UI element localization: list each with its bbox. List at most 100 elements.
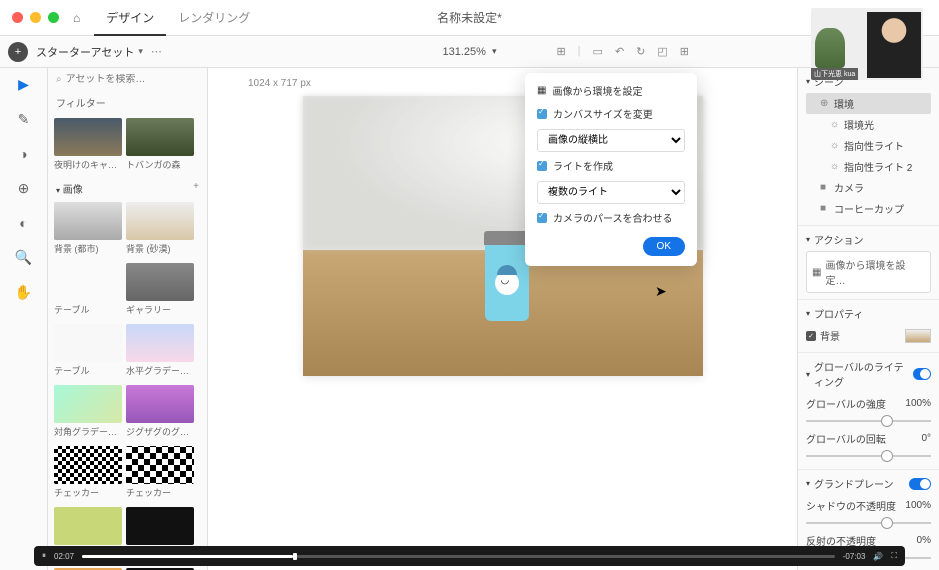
set-env-from-image-button[interactable]: ▦画像から環境を設定…: [806, 251, 931, 293]
search-icon: ⌕: [56, 74, 62, 85]
scene-item-environment[interactable]: ⊕環境: [806, 93, 931, 114]
asset-thumb[interactable]: テーブル: [54, 263, 122, 316]
close-window[interactable]: [12, 12, 23, 23]
refl-opacity-value: 0%: [917, 535, 931, 546]
tool-icon[interactable]: ▭: [593, 45, 603, 58]
popup-title: 画像から環境を設定: [552, 83, 642, 98]
rotation-value: 0°: [921, 433, 931, 444]
zoom-tool[interactable]: 🔍: [15, 249, 32, 266]
tool-icon[interactable]: ✎: [18, 111, 30, 128]
tab-design[interactable]: デザイン: [94, 9, 166, 36]
asset-thumb[interactable]: トバンガの森: [126, 118, 194, 171]
scene-item-dir-light-2[interactable]: ☼指向性ライト 2: [806, 156, 931, 177]
asset-thumb[interactable]: 夜明けのキャニ…: [54, 118, 122, 171]
titlebar: ⌂ デザイン レンダリング 名称未設定*: [0, 0, 939, 36]
select-tool[interactable]: ▶: [18, 76, 29, 93]
window-controls: [12, 12, 59, 23]
zoom-control[interactable]: 131.25% ▾: [443, 46, 497, 58]
asset-thumb[interactable]: チェッカー: [54, 446, 122, 499]
canvas-tools: ⊞ | ▭ ↶ ↻ ◰ ⊞: [556, 45, 689, 58]
action-header[interactable]: ▾アクション: [806, 232, 931, 247]
video-playbar[interactable]: ⏸ 02:07 -07:03 🔊 ⛶: [34, 546, 905, 566]
shadow-opacity-value: 100%: [905, 500, 931, 511]
camera-icon: ■: [820, 182, 830, 193]
shadow-opacity-slider[interactable]: [806, 522, 931, 524]
tool-icon[interactable]: ◐: [19, 215, 27, 231]
asset-thumb[interactable]: テーブル: [54, 324, 122, 377]
shadow-opacity-label: シャドウの不透明度: [806, 498, 896, 513]
tool-icon[interactable]: ⊞: [556, 45, 565, 58]
canvas-dimensions: 1024 x 717 px: [248, 78, 311, 89]
more-icon[interactable]: ⋯: [151, 45, 162, 58]
video-call-overlay[interactable]: 山下光恵 kua: [811, 8, 923, 80]
bg-label: 背景: [820, 328, 840, 343]
bg-swatch[interactable]: [905, 329, 931, 343]
scene-item-env-light[interactable]: ☼環境光: [806, 114, 931, 135]
create-lights-checkbox[interactable]: [537, 161, 547, 171]
canvas-resize-checkbox[interactable]: [537, 109, 547, 119]
scene-item-camera[interactable]: ■カメラ: [806, 177, 931, 198]
volume-icon[interactable]: 🔊: [873, 552, 883, 561]
light-icon: ☼: [830, 161, 840, 172]
scene-item-coffee-cup[interactable]: ■コーヒーカップ: [806, 198, 931, 219]
left-toolbar: ▶ ✎ ◑ ⊕ ◐ 🔍 ✋: [0, 68, 48, 570]
match-camera-checkbox[interactable]: [537, 213, 547, 223]
environment-icon: ⊕: [820, 98, 830, 109]
hand-tool[interactable]: ✋: [15, 284, 32, 301]
tool-icon[interactable]: ◰: [657, 45, 667, 58]
tool-icon[interactable]: ⊞: [680, 45, 689, 58]
maximize-window[interactable]: [48, 12, 59, 23]
asset-thumb[interactable]: 背景 (都市): [54, 202, 122, 255]
canvas-area[interactable]: 1024 x 717 px: [208, 68, 797, 570]
chevron-down-icon: ▾: [492, 46, 497, 57]
lights-select[interactable]: 複数のライト: [537, 181, 685, 204]
asset-thumb[interactable]: チェッカー: [126, 446, 194, 499]
document-title: 名称未設定*: [437, 9, 502, 26]
lighting-toggle[interactable]: [913, 368, 931, 380]
starter-assets-dropdown[interactable]: スターターアセット: [36, 44, 134, 60]
light-icon: ☼: [830, 119, 840, 130]
create-lights-label: ライトを作成: [553, 158, 613, 173]
asset-thumb[interactable]: ジグザグのグラ…: [126, 385, 194, 438]
tool-icon[interactable]: ⊕: [18, 180, 30, 197]
filter-label: フィルター: [48, 91, 207, 114]
scene-item-dir-light[interactable]: ☼指向性ライト: [806, 135, 931, 156]
section-header[interactable]: ▾ 画像 +: [48, 175, 207, 198]
asset-thumb[interactable]: 対角グラデーシ…: [54, 385, 122, 438]
remaining-time: -07:03: [843, 552, 866, 561]
home-icon[interactable]: ⌂: [73, 11, 80, 25]
asset-thumb[interactable]: ギャラリー: [126, 263, 194, 316]
tab-rendering[interactable]: レンダリング: [166, 9, 262, 26]
light-icon: ☼: [830, 140, 840, 151]
asset-thumb[interactable]: 背景 (砂漠): [126, 202, 194, 255]
search-input[interactable]: [66, 74, 199, 85]
tool-icon[interactable]: ◑: [19, 146, 27, 162]
minimize-window[interactable]: [30, 12, 41, 23]
coffee-cup-object[interactable]: [483, 231, 531, 321]
match-camera-label: カメラのパースを合わせる: [553, 210, 673, 225]
pause-icon[interactable]: ⏸: [42, 551, 46, 561]
participant-name: 山下光恵 kua: [811, 68, 858, 80]
seek-track[interactable]: [82, 555, 835, 558]
ground-plane-header[interactable]: ▾グランドプレーン: [806, 476, 931, 491]
global-lighting-header[interactable]: ▾グローバルのライティング: [806, 359, 931, 389]
right-panel: ▾シーン ⊕環境 ☼環境光 ☼指向性ライト ☼指向性ライト 2 ■カメラ ■コー…: [797, 68, 939, 570]
aspect-select[interactable]: 画像の縦横比: [537, 129, 685, 152]
fullscreen-icon[interactable]: ⛶: [891, 551, 897, 561]
intensity-label: グローバルの強度: [806, 396, 886, 411]
rotation-slider[interactable]: [806, 455, 931, 457]
asset-search[interactable]: ⌕: [48, 68, 207, 91]
chevron-down-icon: ▾: [138, 46, 143, 57]
canvas-resize-label: カンバスサイズを変更: [553, 106, 653, 121]
properties-header[interactable]: ▾プロパティ: [806, 306, 931, 321]
tool-icon[interactable]: ↻: [636, 45, 645, 58]
ok-button[interactable]: OK: [643, 237, 685, 256]
tool-icon[interactable]: ↶: [615, 45, 624, 58]
assets-panel: ⌕ フィルター 夜明けのキャニ… トバンガの森 ▾ 画像 + 背景 (都市) 背…: [48, 68, 208, 570]
intensity-slider[interactable]: [806, 420, 931, 422]
add-asset-button[interactable]: +: [8, 42, 28, 62]
ground-toggle[interactable]: [909, 478, 931, 490]
image-icon: ▦: [537, 85, 546, 96]
bg-checkbox[interactable]: ✓: [806, 331, 816, 341]
asset-thumb[interactable]: 水平グラデーシ…: [126, 324, 194, 377]
